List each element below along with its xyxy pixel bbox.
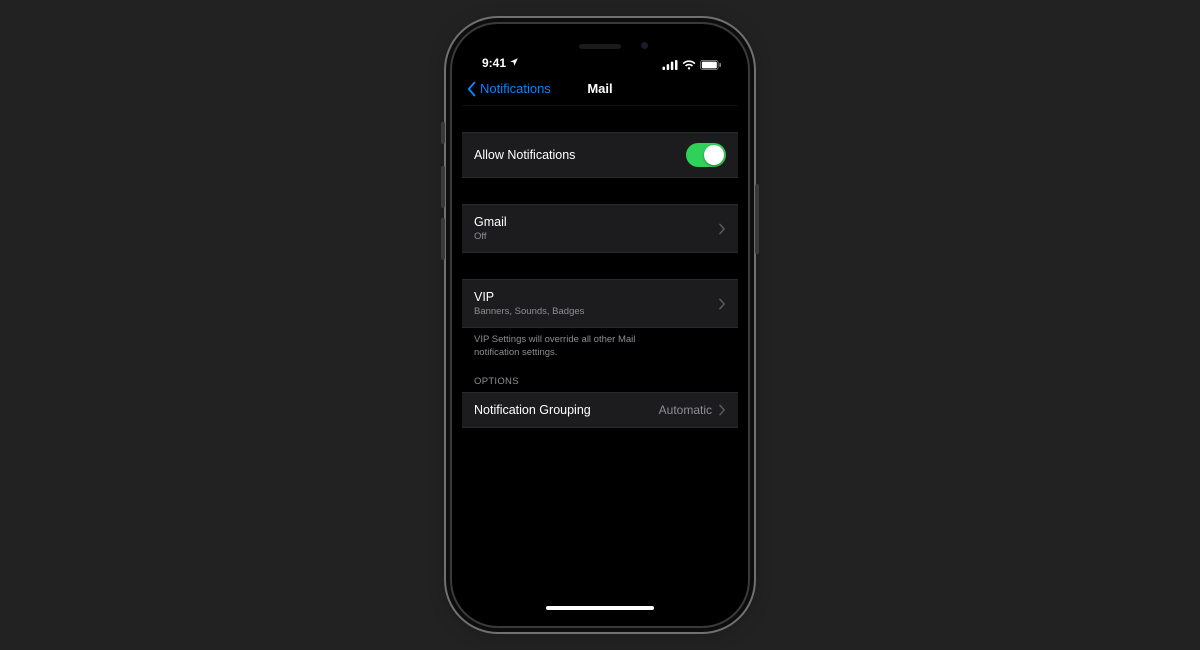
vip-detail: Banners, Sounds, Badges [474, 306, 718, 317]
back-button[interactable]: Notifications [466, 81, 551, 97]
settings-content: Allow Notifications Gmail Off [462, 106, 738, 616]
location-services-icon [509, 56, 519, 70]
chevron-left-icon [466, 81, 478, 97]
allow-notifications-row[interactable]: Allow Notifications [462, 132, 738, 178]
battery-icon [700, 60, 722, 70]
iphone-frame: 9:41 [452, 24, 748, 626]
notch [526, 34, 674, 58]
vip-footnote: VIP Settings will override all other Mai… [462, 328, 672, 360]
front-camera [641, 42, 648, 49]
chevron-right-icon [718, 298, 726, 310]
page-title: Mail [587, 81, 612, 96]
account-row-gmail[interactable]: Gmail Off [462, 204, 738, 253]
chevron-right-icon [718, 404, 726, 416]
options-header: OPTIONS [462, 360, 738, 392]
notification-grouping-row[interactable]: Notification Grouping Automatic [462, 392, 738, 428]
notification-grouping-value: Automatic [659, 403, 712, 417]
account-detail: Off [474, 231, 718, 242]
vip-name: VIP [474, 290, 718, 304]
notification-grouping-label: Notification Grouping [474, 403, 659, 417]
home-indicator[interactable] [546, 606, 654, 610]
allow-notifications-label: Allow Notifications [474, 148, 686, 162]
wifi-icon [682, 60, 696, 70]
screen: 9:41 [462, 34, 738, 616]
power-button [755, 184, 759, 254]
account-name: Gmail [474, 215, 718, 229]
status-time: 9:41 [482, 56, 506, 70]
silence-switch [441, 122, 445, 144]
speaker-grille [579, 44, 621, 49]
cellular-signal-icon [662, 60, 678, 70]
vip-row[interactable]: VIP Banners, Sounds, Badges [462, 279, 738, 328]
chevron-right-icon [718, 223, 726, 235]
back-label: Notifications [480, 81, 551, 96]
volume-up-button [441, 166, 445, 208]
allow-notifications-toggle[interactable] [686, 143, 726, 167]
nav-bar: Notifications Mail [462, 72, 738, 106]
volume-down-button [441, 218, 445, 260]
